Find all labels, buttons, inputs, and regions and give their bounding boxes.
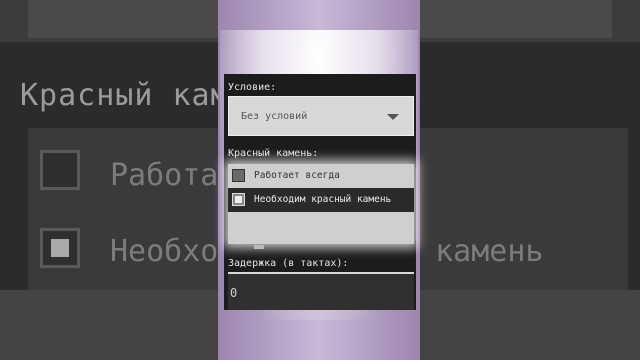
- delay-value: 0: [230, 286, 238, 300]
- bg-checkbox-always: [40, 150, 80, 190]
- option-needs-redstone-label: Необходим красный камень: [254, 194, 392, 205]
- redstone-label: Красный камень:: [228, 148, 319, 159]
- scroll-peek: [254, 245, 264, 249]
- condition-value: Без условий: [241, 111, 308, 122]
- checkbox-always-active[interactable]: [232, 169, 245, 182]
- bg-checkbox-required: [40, 228, 80, 268]
- option-needs-redstone[interactable]: Необходим красный камень: [228, 188, 414, 212]
- settings-dialog: Условие: Без условий Красный камень: Раб…: [224, 74, 416, 310]
- condition-label: Условие:: [228, 82, 277, 93]
- delay-input[interactable]: 0: [228, 272, 414, 310]
- checkbox-needs-redstone[interactable]: [232, 193, 245, 206]
- option-always-active[interactable]: Работает всегда: [228, 164, 414, 188]
- delay-label: Задержка (в тактах):: [228, 258, 349, 269]
- chevron-down-icon: [387, 114, 399, 120]
- option-always-active-label: Работает всегда: [254, 170, 340, 181]
- condition-dropdown[interactable]: Без условий: [228, 96, 414, 136]
- redstone-options: Работает всегда Необходим красный камень: [228, 164, 414, 244]
